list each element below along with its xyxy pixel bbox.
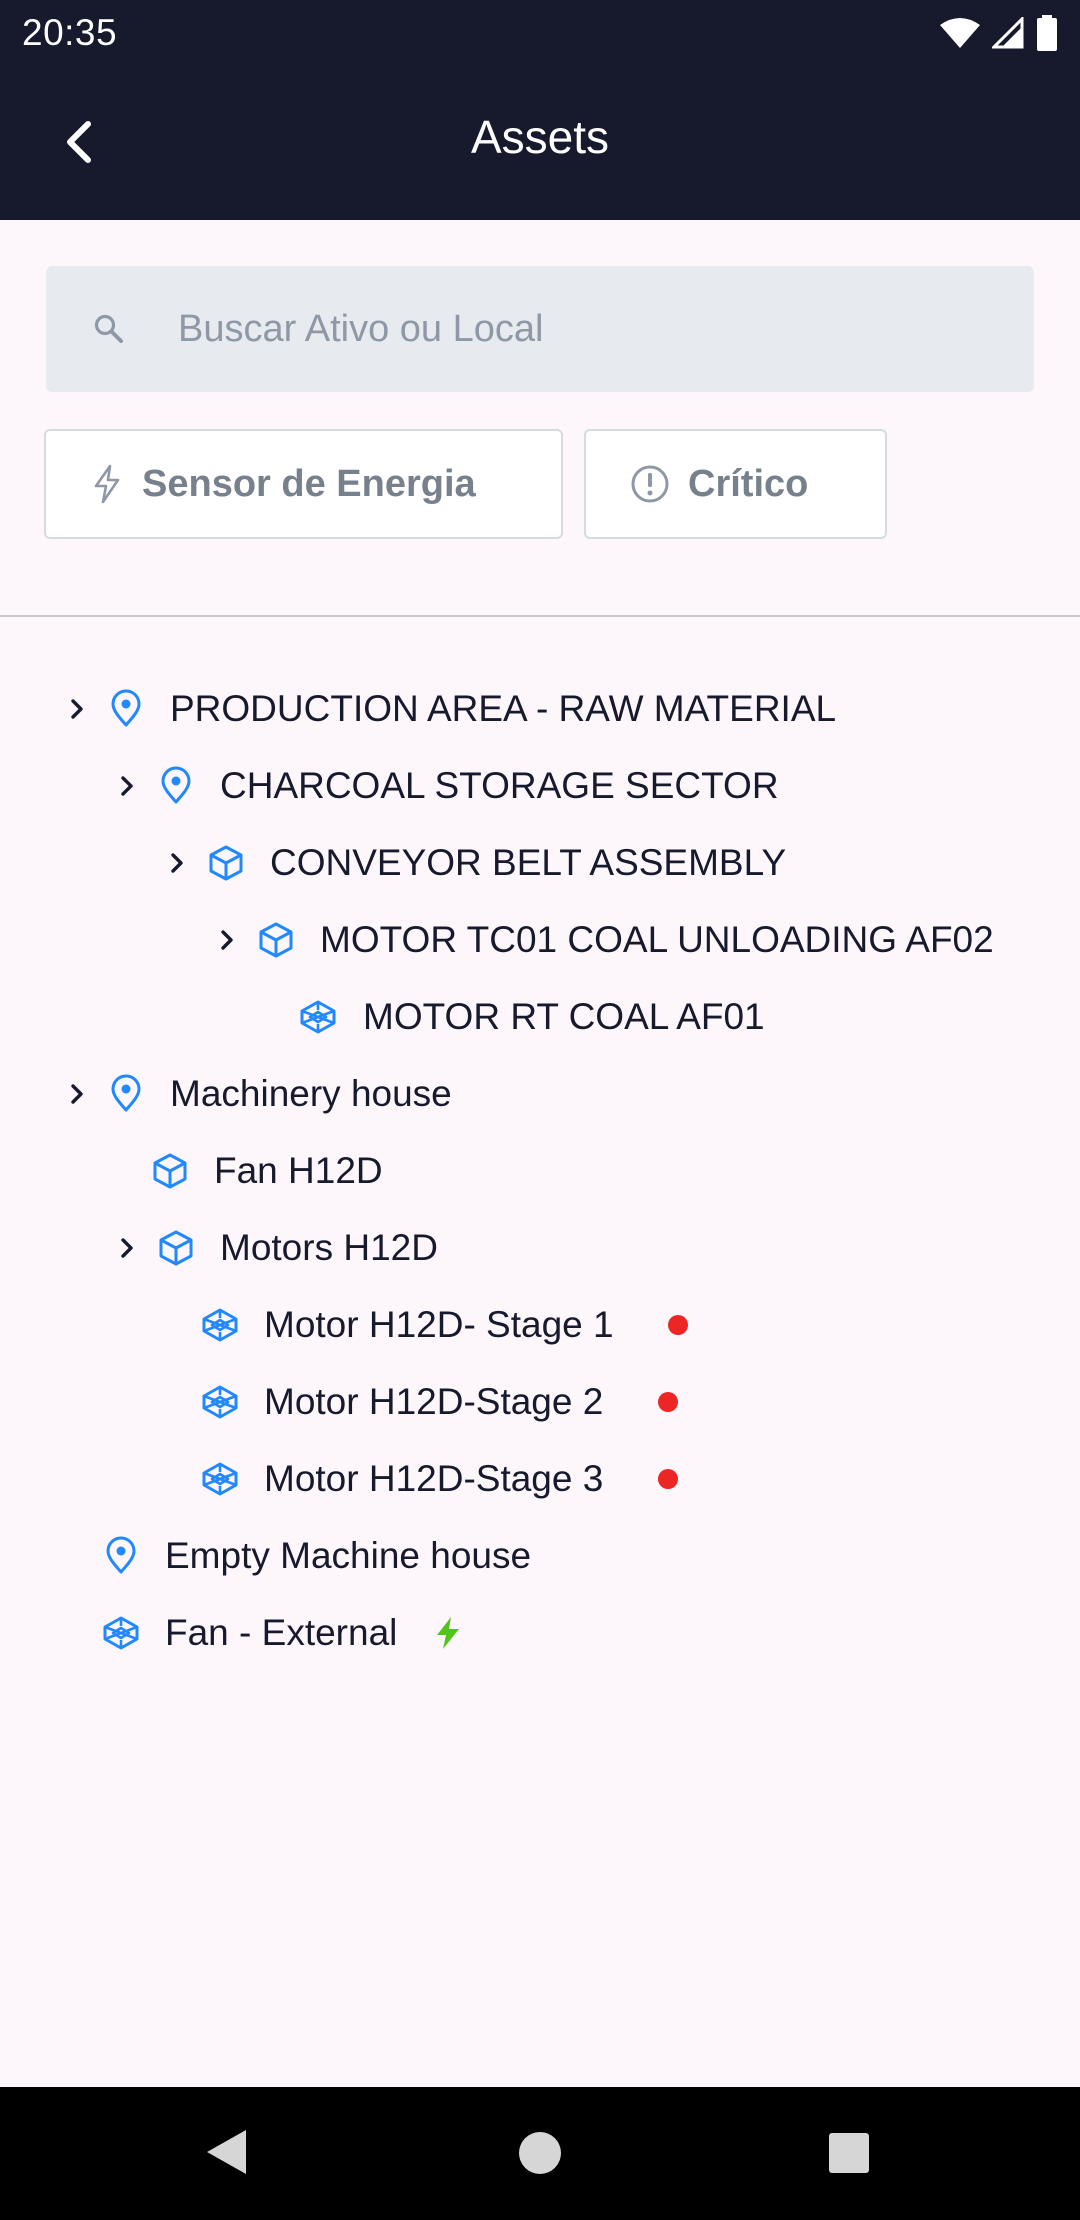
tree-row[interactable]: MOTOR TC01 COAL UNLOADING AF02 <box>0 910 1080 970</box>
tree-row[interactable]: PRODUCTION AREA - RAW MATERIAL <box>0 679 1080 739</box>
tree-row[interactable]: MOTOR RT COAL AF01 <box>0 987 1080 1047</box>
critical-status-dot <box>668 1315 688 1335</box>
status-bar: 20:35 <box>0 0 1080 66</box>
critical-status-dot <box>658 1392 678 1412</box>
component-icon <box>298 997 338 1037</box>
chevron-right-icon[interactable] <box>166 851 190 875</box>
component-icon <box>200 1382 240 1422</box>
nav-back-icon[interactable] <box>204 2127 248 2177</box>
location-pin-icon <box>101 1536 141 1576</box>
tree-node-label: CHARCOAL STORAGE SECTOR <box>220 765 779 806</box>
chevron-right-icon[interactable] <box>116 774 140 798</box>
alert-circle-icon <box>630 464 670 504</box>
tree-node-label: Motors H12D <box>220 1227 438 1268</box>
tree-row[interactable]: Empty Machine house <box>0 1526 1080 1586</box>
tree-row[interactable]: Motor H12D-Stage 3 <box>0 1449 1080 1509</box>
tree-row[interactable]: CHARCOAL STORAGE SECTOR <box>0 756 1080 816</box>
tree-node-label: MOTOR TC01 COAL UNLOADING AF02 <box>320 919 994 960</box>
wifi-icon <box>940 18 980 48</box>
location-pin-icon <box>156 766 196 806</box>
tree-node-label: CONVEYOR BELT ASSEMBLY <box>270 842 787 883</box>
page-title: Assets <box>470 111 610 163</box>
system-nav-bar <box>0 2087 1080 2220</box>
asset-cube-icon <box>206 843 246 883</box>
tree-node-label: Fan - External <box>165 1612 398 1653</box>
status-icons <box>940 15 1058 51</box>
divider <box>0 615 1080 617</box>
chevron-right-icon[interactable] <box>66 697 90 721</box>
tree-row[interactable]: Machinery house <box>0 1064 1080 1124</box>
critical-status-dot <box>658 1469 678 1489</box>
tree-node-label: Fan H12D <box>214 1150 383 1191</box>
tree-row[interactable]: Motor H12D- Stage 1 <box>0 1295 1080 1355</box>
energy-bolt-icon <box>437 1617 459 1649</box>
chevron-right-icon[interactable] <box>116 1236 140 1260</box>
tree-row[interactable]: Fan - External <box>0 1603 1080 1663</box>
tree-row[interactable]: Motor H12D-Stage 2 <box>0 1372 1080 1432</box>
asset-cube-icon <box>256 920 296 960</box>
search-input[interactable] <box>176 266 956 392</box>
energy-sensor-filter-label: Sensor de Energia <box>142 462 476 505</box>
search-icon <box>94 314 123 343</box>
tree-node-label: Motor H12D-Stage 3 <box>264 1458 604 1499</box>
chevron-right-icon[interactable] <box>66 1082 90 1106</box>
location-pin-icon <box>106 1074 146 1114</box>
battery-icon <box>1037 15 1057 51</box>
energy-sensor-filter-button[interactable]: Sensor de Energia <box>44 429 563 539</box>
critical-filter-label: Crítico <box>688 462 809 505</box>
chevron-right-icon[interactable] <box>216 928 240 952</box>
tree-row[interactable]: CONVEYOR BELT ASSEMBLY <box>0 833 1080 893</box>
nav-recents-icon[interactable] <box>828 2132 870 2174</box>
bolt-icon <box>92 464 122 504</box>
asset-cube-icon <box>150 1151 190 1191</box>
component-icon <box>200 1459 240 1499</box>
asset-cube-icon <box>156 1228 196 1268</box>
status-time: 20:35 <box>22 12 118 53</box>
tree-row[interactable]: Fan H12D <box>0 1141 1080 1201</box>
tree-node-label: Machinery house <box>170 1073 452 1114</box>
location-pin-icon <box>106 689 146 729</box>
tree-node-label: MOTOR RT COAL AF01 <box>363 996 765 1037</box>
component-icon <box>101 1613 141 1653</box>
tree-row[interactable]: Motors H12D <box>0 1218 1080 1278</box>
nav-home-icon[interactable] <box>518 2131 562 2175</box>
signal-icon <box>992 17 1024 49</box>
critical-filter-button[interactable]: Crítico <box>584 429 887 539</box>
app-bar: Assets <box>0 66 1080 220</box>
search-box[interactable] <box>46 266 1034 392</box>
tree-node-label: Motor H12D-Stage 2 <box>264 1381 604 1422</box>
component-icon <box>200 1305 240 1345</box>
tree-node-label: Empty Machine house <box>165 1535 532 1576</box>
tree-node-label: Motor H12D- Stage 1 <box>264 1304 614 1345</box>
tree-node-label: PRODUCTION AREA - RAW MATERIAL <box>170 688 837 729</box>
